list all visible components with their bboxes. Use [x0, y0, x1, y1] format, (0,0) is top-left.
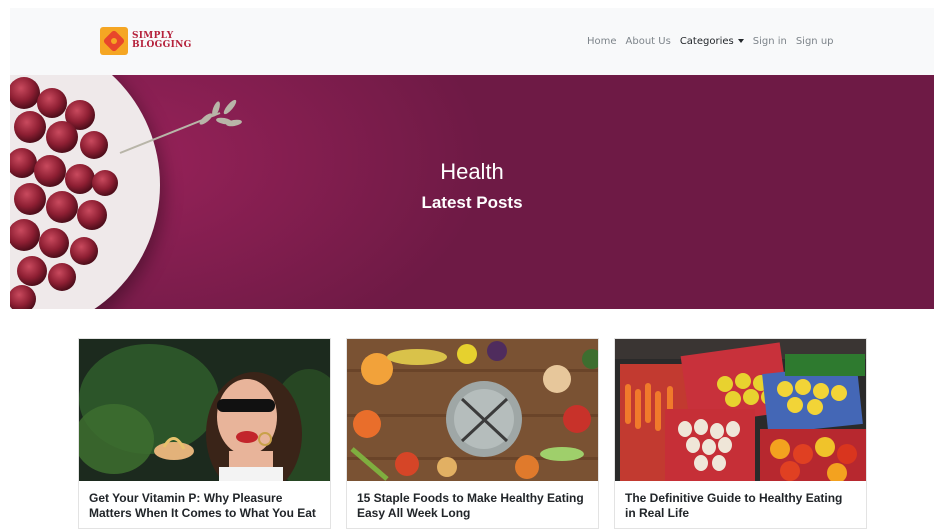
market-produce-baskets-photo[interactable]	[615, 339, 866, 481]
hero-subtitle: Latest Posts	[421, 193, 523, 212]
nav-categories-label: Categories	[679, 36, 734, 47]
vegetables-around-plate-photo[interactable]	[347, 339, 598, 481]
post-title[interactable]: The Definitive Guide to Healthy Eating i…	[615, 481, 866, 521]
post-card[interactable]: Get Your Vitamin P: Why Pleasure Matters…	[78, 338, 331, 529]
nav-links: Home About Us Categories Sign in Sign up	[587, 36, 834, 47]
navbar: SIMPLY BLOGGING Home About Us Categories…	[10, 8, 934, 75]
hero-title: Health	[440, 159, 504, 184]
nav-categories-dropdown[interactable]: Categories	[680, 36, 744, 47]
caret-down-icon	[737, 39, 744, 43]
raspberries-image	[10, 77, 242, 309]
post-card[interactable]: 15 Staple Foods to Make Healthy Eating E…	[346, 338, 599, 529]
nav-sign-in[interactable]: Sign in	[753, 36, 787, 47]
site-logo[interactable]: SIMPLY BLOGGING	[100, 27, 192, 55]
puzzle-logo-icon	[100, 27, 128, 55]
post-card[interactable]: The Definitive Guide to Healthy Eating i…	[614, 338, 867, 529]
hero-banner: Health Latest Posts	[10, 75, 934, 309]
nav-home[interactable]: Home	[587, 36, 617, 47]
woman-eating-pasta-photo[interactable]	[79, 339, 330, 481]
logo-line-2: BLOGGING	[132, 40, 192, 50]
nav-about-us[interactable]: About Us	[626, 36, 671, 47]
nav-sign-up[interactable]: Sign up	[796, 36, 834, 47]
post-title[interactable]: 15 Staple Foods to Make Healthy Eating E…	[347, 481, 598, 521]
post-title[interactable]: Get Your Vitamin P: Why Pleasure Matters…	[79, 481, 330, 521]
logo-text: SIMPLY BLOGGING	[132, 32, 192, 50]
